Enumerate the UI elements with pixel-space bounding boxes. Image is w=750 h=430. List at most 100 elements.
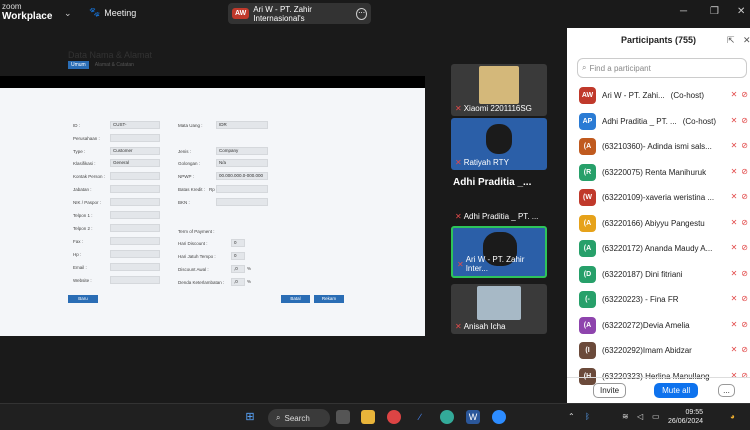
close-icon[interactable]: ✕	[737, 6, 745, 17]
participant-row[interactable]: (R (63220075) Renta Manihuruk ✕ ⊘	[567, 160, 750, 186]
mute-all-button[interactable]: Mute all	[654, 383, 699, 398]
more-options-icon[interactable]: ⋯	[356, 7, 367, 20]
telpon1-field[interactable]	[110, 211, 160, 219]
mic-muted-icon[interactable]: ✕	[731, 116, 738, 125]
mic-muted-icon[interactable]: ✕	[731, 192, 738, 201]
website-field[interactable]	[110, 276, 160, 284]
mic-muted-icon[interactable]: ✕	[731, 269, 738, 278]
chrome-alt-icon[interactable]	[440, 410, 454, 424]
video-off-icon[interactable]: ⊘	[741, 141, 748, 150]
video-off-icon[interactable]: ⊘	[741, 269, 748, 278]
battery-icon[interactable]: ▭	[652, 412, 660, 421]
jabatan-field[interactable]	[110, 185, 160, 193]
video-off-icon[interactable]: ⊘	[741, 320, 748, 329]
screen-share-indicator[interactable]: AW Ari W - PT. Zahir Internasional's ⋯	[228, 3, 371, 24]
bkn-field[interactable]	[216, 198, 268, 206]
golongan-select[interactable]: N/a	[216, 159, 268, 167]
taskbar-search[interactable]: ⌕ Search	[268, 409, 330, 427]
hari-discount-field[interactable]: 0	[231, 239, 245, 247]
windows-start-icon[interactable]: ⊞	[243, 410, 257, 424]
tray-chevron-icon[interactable]: ⌃	[568, 412, 575, 421]
video-tile[interactable]: ✕ Xiaomi 2201116SG	[451, 64, 547, 116]
rekam-button[interactable]: Rekam	[314, 295, 344, 303]
mata-uang-select[interactable]: IDR	[216, 121, 268, 129]
mic-muted-icon[interactable]: ✕	[731, 141, 738, 150]
type-select[interactable]: Customer	[110, 147, 160, 155]
video-off-icon[interactable]: ⊘	[741, 294, 748, 303]
video-off-icon[interactable]: ⊘	[741, 243, 748, 252]
wifi-icon[interactable]: ≋	[622, 412, 629, 421]
file-explorer-icon[interactable]	[361, 410, 375, 424]
video-off-icon[interactable]: ⊘	[741, 167, 748, 176]
video-off-icon[interactable]: ⊘	[741, 218, 748, 227]
mic-muted-icon[interactable]: ✕	[731, 320, 738, 329]
participant-row[interactable]: AW Ari W - PT. Zahi... (Co-host) ✕ ⊘	[567, 83, 750, 109]
zoom-icon[interactable]	[492, 410, 506, 424]
meeting-menu[interactable]: 🐾 Meeting	[89, 7, 136, 18]
klasifikasi-select[interactable]: General	[110, 159, 160, 167]
participant-status-icons: ✕ ⊘	[731, 345, 748, 354]
npwp-field[interactable]: 00.000.000.0-000.000	[216, 172, 268, 180]
participant-search-input[interactable]: ⌕ Find a participant	[577, 58, 747, 78]
zoom-logo: zoom Workplace	[2, 2, 52, 22]
mic-muted-icon[interactable]: ✕	[731, 167, 738, 176]
tab-alamat-catatan[interactable]: Alamat & Catatan	[92, 61, 137, 69]
participant-row[interactable]: (A (63210360)- Adinda ismi sals... ✕ ⊘	[567, 134, 750, 160]
more-button[interactable]: ...	[718, 384, 735, 397]
word-icon[interactable]: W	[466, 410, 480, 424]
tab-umum[interactable]: Umum	[68, 61, 89, 69]
label-website: Website :	[73, 278, 92, 283]
mic-muted-icon[interactable]: ✕	[731, 294, 738, 303]
batas-kredit-field[interactable]	[216, 185, 268, 193]
denda-field[interactable]: ,0	[231, 278, 245, 286]
volume-icon[interactable]: ◁	[637, 412, 643, 421]
task-view-icon[interactable]	[336, 410, 350, 424]
mic-muted-icon[interactable]: ✕	[731, 90, 738, 99]
mic-muted-icon[interactable]: ✕	[731, 243, 738, 252]
participant-row[interactable]: (I (63220292)Imam Abidzar ✕ ⊘	[567, 338, 750, 364]
video-off-icon[interactable]: ⊘	[741, 192, 748, 201]
participant-row[interactable]: (A (63220172) Ananda Maudy A... ✕ ⊘	[567, 236, 750, 262]
video-off-icon[interactable]: ⊘	[741, 90, 748, 99]
jenis-select[interactable]: Company	[216, 147, 268, 155]
video-tile-active-speaker[interactable]: ✕ Ari W - PT. Zahir Inter...	[451, 226, 547, 278]
restore-icon[interactable]: ❐	[710, 6, 719, 17]
participant-row[interactable]: (W (63220109)-xaveria weristina ... ✕ ⊘	[567, 185, 750, 211]
telpon2-field[interactable]	[110, 224, 160, 232]
video-tile[interactable]: ✕ Ratiyah RTY	[451, 118, 547, 170]
video-tile[interactable]: Adhi Praditia _... ✕ Adhi Praditia _ PT. …	[451, 172, 547, 224]
video-off-icon[interactable]: ⊘	[741, 116, 748, 125]
fax-field[interactable]	[110, 237, 160, 245]
chrome-icon[interactable]	[387, 410, 401, 424]
video-off-icon[interactable]: ⊘	[741, 345, 748, 354]
popout-icon[interactable]: ⇱	[727, 35, 735, 46]
kontak-field[interactable]	[110, 172, 160, 180]
participant-row[interactable]: (- (63220223) - Fina FR ✕ ⊘	[567, 287, 750, 313]
invite-button[interactable]: Invite	[593, 383, 627, 398]
shared-screen-topstrip	[0, 76, 425, 88]
mic-muted-icon[interactable]: ✕	[731, 345, 738, 354]
participant-row[interactable]: (A (63220272)Devia Amelia ✕ ⊘	[567, 313, 750, 339]
baru-button[interactable]: Baru	[68, 295, 98, 303]
minimize-icon[interactable]: ─	[680, 6, 687, 17]
participant-row[interactable]: AP Adhi Praditia _ PT. ... (Co-host) ✕ ⊘	[567, 109, 750, 135]
chevron-down-icon[interactable]: ⌄	[64, 8, 72, 19]
perusahaan-field[interactable]	[110, 134, 160, 142]
mic-muted-icon[interactable]: ✕	[731, 218, 738, 227]
bluetooth-icon[interactable]: ᛒ	[585, 412, 590, 421]
hp-field[interactable]	[110, 250, 160, 258]
participant-row[interactable]: (D (63220187) Dini fitriani ✕ ⊘	[567, 262, 750, 288]
participant-row[interactable]: (A (63220166) Abiyyu Pangestu ✕ ⊘	[567, 211, 750, 237]
nik-field[interactable]	[110, 198, 160, 206]
hari-jatuh-tempo-field[interactable]: 0	[231, 252, 245, 260]
video-tile[interactable]: ✕ Anisah Icha	[451, 284, 547, 334]
email-field[interactable]	[110, 263, 160, 271]
id-field[interactable]: CUST-	[110, 121, 160, 129]
batal-button[interactable]: Batal	[281, 295, 310, 303]
discount-awal-field[interactable]: ,0	[231, 265, 245, 273]
pen-icon[interactable]: ∕	[413, 410, 427, 424]
widget-icon[interactable]: ◕	[730, 412, 735, 421]
close-panel-icon[interactable]: ✕	[743, 35, 750, 46]
clock[interactable]: 09:55 26/06/2024	[668, 408, 703, 426]
participant-status-icons: ✕ ⊘	[731, 116, 748, 125]
